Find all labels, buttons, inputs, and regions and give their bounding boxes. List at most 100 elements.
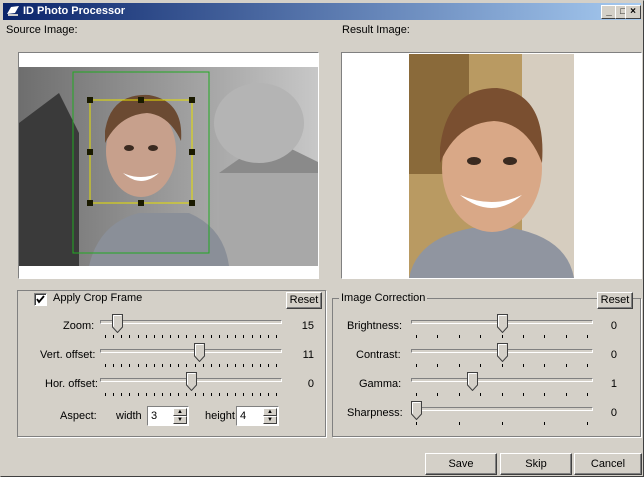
slider-tick [276, 335, 277, 338]
slider-tick [219, 393, 220, 396]
crop-reset-button[interactable]: Reset [286, 292, 322, 309]
aspect-width-label: width [116, 410, 142, 422]
slider-tick [502, 422, 503, 425]
slider-tick [203, 364, 204, 367]
contrast-slider-thumb[interactable] [497, 343, 508, 362]
slider-tick [121, 335, 122, 338]
slider-tick [203, 393, 204, 396]
slider-tick [170, 335, 171, 338]
title-bar[interactable]: ID Photo Processor _ □ × [3, 3, 641, 20]
slider-tick [235, 364, 236, 367]
slider-tick [146, 335, 147, 338]
slider-tick [416, 422, 417, 425]
slider-tick [154, 393, 155, 396]
slider-tick [276, 393, 277, 396]
slider-tick [203, 335, 204, 338]
spin-down-icon[interactable]: ▼ [173, 416, 187, 424]
slider-tick [186, 364, 187, 367]
slider-tick [227, 393, 228, 396]
slider-tick [243, 393, 244, 396]
slider-tick [544, 393, 545, 396]
checkmark-icon [36, 295, 45, 304]
spin-up-icon[interactable]: ▲ [263, 408, 277, 416]
hor-offset-slider[interactable] [100, 371, 282, 396]
gamma-slider[interactable] [411, 371, 593, 396]
aspect-height-spinner[interactable]: 4 ▲ ▼ [236, 406, 279, 426]
slider-tick [544, 335, 545, 338]
aspect-label: Aspect: [60, 410, 97, 422]
slider-tick [154, 335, 155, 338]
slider-tick [138, 393, 139, 396]
slider-tick [105, 364, 106, 367]
slider-tick [243, 364, 244, 367]
aspect-height-value: 4 [240, 410, 247, 422]
slider-tick [138, 364, 139, 367]
slider-tick [113, 335, 114, 338]
slider-tick [480, 335, 481, 338]
skip-button[interactable]: Skip [500, 453, 572, 475]
contrast-slider[interactable] [411, 342, 593, 367]
slider-tick [105, 393, 106, 396]
source-image-label: Source Image: [6, 24, 78, 36]
slider-tick [129, 393, 130, 396]
gamma-slider-thumb[interactable] [467, 372, 478, 391]
slider-tick [416, 393, 417, 396]
hor-offset-ticks [100, 393, 282, 396]
slider-tick [260, 364, 261, 367]
correction-reset-button[interactable]: Reset [597, 292, 633, 309]
zoom-ticks [100, 335, 282, 338]
hor-offset-value: 0 [307, 378, 314, 390]
source-image-panel[interactable] [18, 52, 319, 279]
cancel-button[interactable]: Cancel [574, 453, 642, 475]
contrast-label: Contrast: [356, 349, 401, 361]
sharpness-value: 0 [610, 407, 617, 419]
save-button[interactable]: Save [425, 453, 497, 475]
slider-tick [587, 393, 588, 396]
vert-offset-slider[interactable] [100, 342, 282, 367]
slider-tick [243, 335, 244, 338]
slider-tick [178, 335, 179, 338]
slider-tick [195, 393, 196, 396]
slider-tick [502, 364, 503, 367]
zoom-slider-thumb[interactable] [112, 314, 123, 333]
slider-tick [502, 335, 503, 338]
aspect-width-spinner[interactable]: 3 ▲ ▼ [147, 406, 189, 426]
spin-down-icon[interactable]: ▼ [263, 416, 277, 424]
slider-tick [459, 364, 460, 367]
slider-tick [276, 364, 277, 367]
sharpness-slider[interactable] [411, 400, 593, 425]
close-button[interactable]: × [625, 5, 641, 19]
slider-tick [170, 364, 171, 367]
slider-tick [566, 393, 567, 396]
slider-tick [480, 364, 481, 367]
slider-tick [235, 335, 236, 338]
spin-up-icon[interactable]: ▲ [173, 408, 187, 416]
slider-tick [252, 335, 253, 338]
brightness-slider-thumb[interactable] [497, 314, 508, 333]
hor-offset-slider-thumb[interactable] [186, 372, 197, 391]
apply-crop-checkbox[interactable] [34, 293, 47, 306]
result-photo [409, 54, 574, 278]
slider-tick [121, 364, 122, 367]
brightness-slider[interactable] [411, 313, 593, 338]
slider-tick [129, 335, 130, 338]
slider-tick [146, 393, 147, 396]
vert-offset-label: Vert. offset: [40, 349, 96, 361]
slider-tick [211, 364, 212, 367]
slider-tick [129, 364, 130, 367]
vert-offset-slider-thumb[interactable] [194, 343, 205, 362]
slider-tick [566, 364, 567, 367]
slider-tick [211, 393, 212, 396]
slider-tick [162, 364, 163, 367]
app-icon [7, 6, 19, 16]
contrast-ticks [411, 364, 593, 367]
slider-tick [162, 335, 163, 338]
slider-tick [146, 364, 147, 367]
slider-tick [459, 393, 460, 396]
slider-tick [260, 335, 261, 338]
slider-tick [268, 364, 269, 367]
zoom-slider[interactable] [100, 313, 282, 338]
slider-tick [416, 364, 417, 367]
sharpness-ticks [411, 422, 593, 425]
sharpness-slider-thumb[interactable] [411, 401, 422, 420]
